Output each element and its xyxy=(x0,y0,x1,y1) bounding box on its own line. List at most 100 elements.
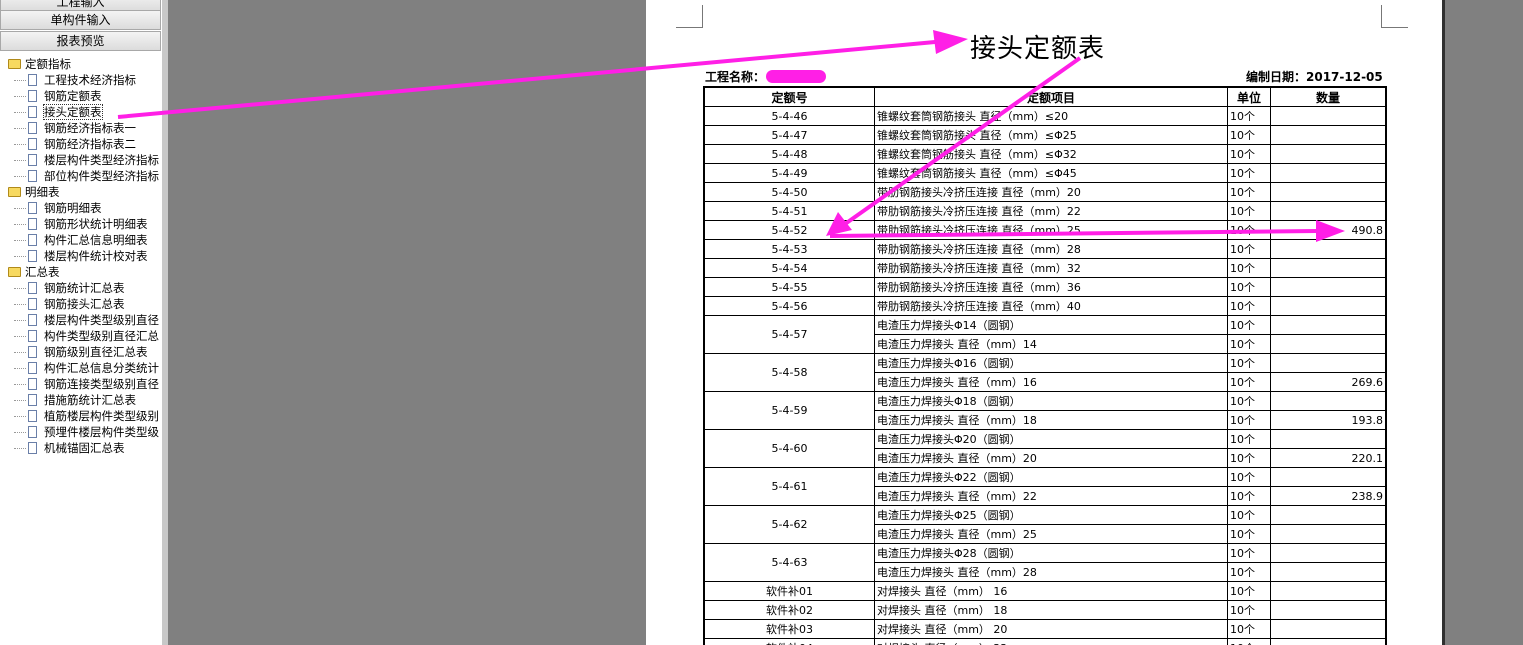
quota-code-cell: 5-4-46 xyxy=(703,106,875,126)
quota-code-cell: 软件补04 xyxy=(703,638,875,645)
unit-cell: 10个 xyxy=(1227,638,1271,645)
quota-item-cell: 电渣压力焊接头Φ28（圆钢） xyxy=(874,543,1228,563)
tree-item[interactable]: 构件类型级别直径汇总 xyxy=(0,328,161,344)
quota-item-cell: 锥螺纹套筒钢筋接头 直径（mm）≤Φ45 xyxy=(874,163,1228,183)
single-component-input-button[interactable]: 单构件输入 xyxy=(0,10,161,30)
quantity-cell xyxy=(1270,334,1387,354)
quota-item-cell: 电渣压力焊接头 直径（mm）14 xyxy=(874,334,1228,354)
quantity-cell: 220.1 xyxy=(1270,448,1387,468)
compile-date-label: 编制日期：2017-12-05 xyxy=(1246,70,1383,84)
unit-cell: 10个 xyxy=(1227,600,1271,620)
tree-item[interactable]: 钢筋形状统计明细表 xyxy=(0,216,161,232)
table-row: 5-4-49 锥螺纹套筒钢筋接头 直径（mm）≤Φ45 10个 xyxy=(703,163,1387,183)
quantity-cell xyxy=(1270,619,1387,639)
tree-item-label: 钢筋级别直径汇总表 xyxy=(44,345,148,359)
quota-code-cell: 5-4-59 xyxy=(703,391,875,430)
document-icon xyxy=(28,218,37,230)
quantity-cell: 193.8 xyxy=(1270,410,1387,430)
unit-cell: 10个 xyxy=(1227,201,1271,221)
tree-item[interactable]: 预埋件楼层构件类型级 xyxy=(0,424,161,440)
quota-code-cell: 5-4-61 xyxy=(703,467,875,506)
document-icon xyxy=(28,122,37,134)
quota-code-cell: 5-4-62 xyxy=(703,505,875,544)
tree-item[interactable]: 楼层构件类型级别直径 xyxy=(0,312,161,328)
quota-item-cell: 带肋钢筋接头冷挤压连接 直径（mm）32 xyxy=(874,258,1228,278)
tree-item[interactable]: 部位构件类型经济指标 xyxy=(0,168,161,184)
tree-folder[interactable]: 汇总表 xyxy=(0,264,161,280)
tree-item[interactable]: 楼层构件类型经济指标 xyxy=(0,152,161,168)
document-icon xyxy=(28,282,37,294)
quantity-cell: 238.9 xyxy=(1270,486,1387,506)
tree-folder[interactable]: 明细表 xyxy=(0,184,161,200)
unit-cell: 10个 xyxy=(1227,315,1271,335)
tree-item-label: 构件类型级别直径汇总 xyxy=(44,329,159,343)
tree-item-label: 构件汇总信息分类统计 xyxy=(44,361,159,375)
report-preview-button[interactable]: 报表预览 xyxy=(0,31,161,51)
quantity-cell xyxy=(1270,467,1387,487)
unit-cell: 10个 xyxy=(1227,277,1271,297)
table-row: 5-4-50 带肋钢筋接头冷挤压连接 直径（mm）20 10个 xyxy=(703,182,1387,202)
table-row: 软件补02 对焊接头 直径（mm） 18 10个 xyxy=(703,600,1387,620)
table-row: 5-4-59 电渣压力焊接头Φ18（圆钢） 10个 xyxy=(703,391,1387,430)
quota-item-cell: 带肋钢筋接头冷挤压连接 直径（mm）25 xyxy=(874,220,1228,240)
tree-item[interactable]: 钢筋明细表 xyxy=(0,200,161,216)
tree-item-label: 构件汇总信息明细表 xyxy=(44,233,148,247)
tree-item[interactable]: 措施筋统计汇总表 xyxy=(0,392,161,408)
tree-item[interactable]: 构件汇总信息明细表 xyxy=(0,232,161,248)
tree-item[interactable]: 钢筋定额表 xyxy=(0,88,161,104)
panel-splitter[interactable] xyxy=(162,0,168,645)
document-icon xyxy=(28,314,37,326)
quantity-cell: 269.6 xyxy=(1270,372,1387,392)
tree-item[interactable]: 钢筋经济指标表一 xyxy=(0,120,161,136)
quantity-cell xyxy=(1270,277,1387,297)
tree-item[interactable]: 钢筋级别直径汇总表 xyxy=(0,344,161,360)
quantity-cell xyxy=(1270,182,1387,202)
table-row: 软件补04对焊接头 直径（mm） 2210个 xyxy=(703,638,1387,645)
quantity-cell xyxy=(1270,391,1387,411)
quantity-cell xyxy=(1270,581,1387,601)
quota-item-cell: 锥螺纹套筒钢筋接头 直径（mm）≤20 xyxy=(874,106,1228,126)
tree-item-label: 楼层构件统计校对表 xyxy=(44,249,148,263)
tree-folder[interactable]: 定额指标 xyxy=(0,56,161,72)
unit-cell: 10个 xyxy=(1227,562,1271,582)
quota-item-cell: 电渣压力焊接头Φ25（圆钢） xyxy=(874,505,1228,525)
unit-cell: 10个 xyxy=(1227,106,1271,126)
quota-item-cell: 电渣压力焊接头Φ14（圆钢） xyxy=(874,315,1228,335)
table-row: 5-4-55 带肋钢筋接头冷挤压连接 直径（mm）36 10个 xyxy=(703,277,1387,297)
quantity-cell xyxy=(1270,429,1387,449)
tree-item[interactable]: 植筋楼层构件类型级别 xyxy=(0,408,161,424)
tree-item-label: 钢筋形状统计明细表 xyxy=(44,217,148,231)
quantity-cell xyxy=(1270,638,1387,645)
quantity-cell xyxy=(1270,562,1387,582)
unit-cell: 10个 xyxy=(1227,182,1271,202)
tree-item[interactable]: 钢筋统计汇总表 xyxy=(0,280,161,296)
quota-code-cell: 5-4-55 xyxy=(703,277,875,297)
tree-item[interactable]: 工程技术经济指标 xyxy=(0,72,161,88)
document-icon xyxy=(28,154,37,166)
tree-item-label: 楼层构件类型级别直径 xyxy=(44,313,159,327)
tree-item[interactable]: 构件汇总信息分类统计 xyxy=(0,360,161,376)
document-icon xyxy=(28,202,37,214)
table-body: 5-4-46 锥螺纹套筒钢筋接头 直径（mm）≤20 10个 5-4-47 锥螺纹套筒钢… xyxy=(703,106,1387,645)
quota-item-cell: 电渣压力焊接头 直径（mm）18 xyxy=(874,410,1228,430)
quota-code-cell: 5-4-51 xyxy=(703,201,875,221)
tree-item-label: 钢筋连接类型级别直径 xyxy=(44,377,159,391)
quantity-cell xyxy=(1270,296,1387,316)
unit-cell: 10个 xyxy=(1227,543,1271,563)
header-unit: 单位 xyxy=(1227,86,1271,107)
table-row: 软件补01 对焊接头 直径（mm） 16 10个 xyxy=(703,581,1387,601)
tree-item[interactable]: 楼层构件统计校对表 xyxy=(0,248,161,264)
tree-item[interactable]: 钢筋接头汇总表 xyxy=(0,296,161,312)
tree-item[interactable]: 机械锚固汇总表 xyxy=(0,440,161,456)
unit-cell: 10个 xyxy=(1227,619,1271,639)
quantity-cell xyxy=(1270,106,1387,126)
tree-item[interactable]: 钢筋经济指标表二 xyxy=(0,136,161,152)
quantity-cell xyxy=(1270,239,1387,259)
quota-item-cell: 电渣压力焊接头 直径（mm）20 xyxy=(874,448,1228,468)
quota-item-cell: 电渣压力焊接头 直径（mm）22 xyxy=(874,486,1228,506)
tree-item[interactable]: 接头定额表 xyxy=(0,104,161,120)
document-icon xyxy=(28,74,37,86)
document-icon xyxy=(28,410,37,422)
crop-mark-top-right xyxy=(1381,5,1408,28)
tree-item[interactable]: 钢筋连接类型级别直径 xyxy=(0,376,161,392)
